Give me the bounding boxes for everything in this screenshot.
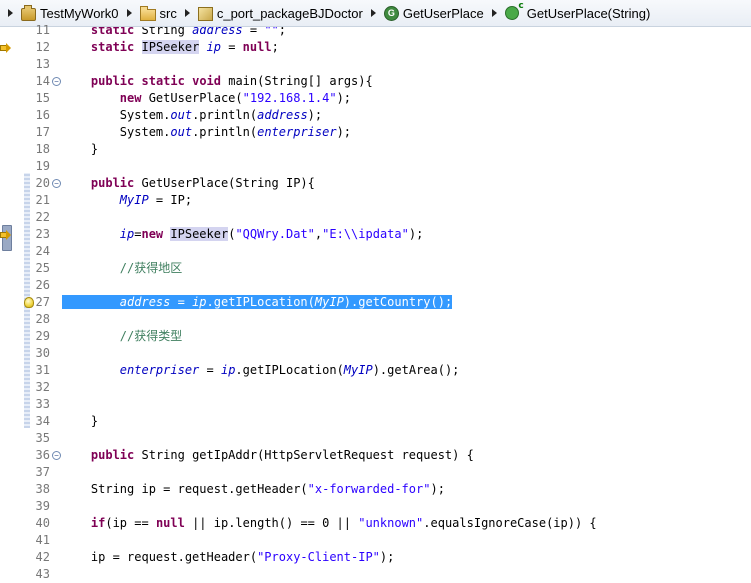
code-line[interactable]: //获得类型 <box>62 328 751 345</box>
editor-breadcrumb: TestMyWork0 src c_port_packageBJDoctor G… <box>0 0 751 27</box>
code-line[interactable] <box>62 532 751 549</box>
line-number: 22 <box>35 210 50 224</box>
line-number: 18 <box>35 142 50 156</box>
line-number: 24 <box>35 244 50 258</box>
code-editor[interactable]: static String address = ""; static IPSee… <box>62 27 751 576</box>
code-line[interactable]: ip = request.getHeader("Proxy-Client-IP"… <box>62 549 751 566</box>
line-number: 20 <box>35 176 50 190</box>
constructor-icon <box>504 1 524 20</box>
fold-collapse-icon[interactable]: − <box>52 451 61 460</box>
line-number: 21 <box>35 193 50 207</box>
code-line[interactable]: public String getIpAddr(HttpServletReque… <box>62 447 751 464</box>
breadcrumb-label: src <box>159 5 177 21</box>
line-number: 28 <box>35 312 50 326</box>
fold-collapse-icon[interactable]: − <box>52 77 61 86</box>
code-line[interactable]: static String address = ""; <box>62 27 751 39</box>
breadcrumb-separator-icon[interactable] <box>184 9 190 17</box>
code-line[interactable]: public GetUserPlace(String IP){ <box>62 175 751 192</box>
line-number: 35 <box>35 431 50 445</box>
code-line[interactable] <box>62 498 751 515</box>
line-number: 17 <box>35 125 50 139</box>
code-line[interactable]: address = ip.getIPLocation(MyIP).getCoun… <box>62 294 751 311</box>
line-number: 31 <box>35 363 50 377</box>
line-number: 30 <box>35 346 50 360</box>
line-number-ruler: 11 12 13 14−15 16 17 18 19 20−21 22 23 24 25 26 27 28 29… <box>0 23 61 581</box>
code-line[interactable]: if(ip == null || ip.length() == 0 || "un… <box>62 515 751 532</box>
code-line[interactable] <box>62 430 751 447</box>
breadcrumb-label: GetUserPlace <box>402 5 484 21</box>
code-line[interactable] <box>62 243 751 260</box>
breadcrumb-separator-icon[interactable] <box>491 9 497 17</box>
code-line[interactable]: } <box>62 413 751 430</box>
code-line[interactable]: new GetUserPlace("192.168.1.4"); <box>62 90 751 107</box>
line-number: 29 <box>35 329 50 343</box>
breadcrumb-separator-icon[interactable] <box>370 9 376 17</box>
line-number: 41 <box>35 533 50 547</box>
breadcrumb-item-src[interactable]: src <box>138 0 181 26</box>
code-line[interactable]: } <box>62 141 751 158</box>
code-line[interactable] <box>62 464 751 481</box>
occurrence-marker-icon[interactable] <box>0 43 11 53</box>
line-number: 36 <box>35 448 50 462</box>
breadcrumb-expand-icon[interactable] <box>8 9 13 17</box>
code-line[interactable] <box>62 277 751 294</box>
breadcrumb-separator-icon[interactable] <box>126 9 132 17</box>
code-line[interactable]: System.out.println(enterpriser); <box>62 124 751 141</box>
code-line[interactable] <box>62 158 751 175</box>
line-number: 15 <box>35 91 50 105</box>
code-line[interactable] <box>62 311 751 328</box>
code-line[interactable] <box>62 379 751 396</box>
code-line[interactable]: //获得地区 <box>62 260 751 277</box>
line-number: 13 <box>35 57 50 71</box>
project-icon <box>21 4 36 21</box>
code-line[interactable] <box>62 56 751 73</box>
code-line[interactable] <box>62 566 751 576</box>
code-line[interactable]: System.out.println(address); <box>62 107 751 124</box>
line-number: 26 <box>35 278 50 292</box>
code-line[interactable]: public static void main(String[] args){ <box>62 73 751 90</box>
breadcrumb-label: GetUserPlace(String) <box>526 5 651 21</box>
line-number: 42 <box>35 550 50 564</box>
code-line[interactable]: enterpriser = ip.getIPLocation(MyIP).get… <box>62 362 751 379</box>
code-line[interactable]: String ip = request.getHeader("x-forward… <box>62 481 751 498</box>
line-number: 16 <box>35 108 50 122</box>
line-number: 19 <box>35 159 50 173</box>
line-number: 14 <box>35 74 50 88</box>
occurrence-marker-icon[interactable] <box>0 230 11 240</box>
code-line[interactable] <box>62 396 751 413</box>
class-icon: G <box>383 5 399 21</box>
package-icon <box>197 7 213 21</box>
line-number: 43 <box>35 567 50 581</box>
breadcrumb-label: c_port_packageBJDoctor <box>216 5 363 21</box>
source-folder-icon <box>139 6 156 21</box>
breadcrumb-label: TestMyWork0 <box>40 5 119 21</box>
line-number: 37 <box>35 465 50 479</box>
code-line[interactable] <box>62 209 751 226</box>
breadcrumb-item-class[interactable]: G GetUserPlace <box>382 0 488 26</box>
line-number: 25 <box>35 261 50 275</box>
fold-collapse-icon[interactable]: − <box>52 179 61 188</box>
line-number: 33 <box>35 397 50 411</box>
line-number: 11 <box>35 23 50 37</box>
code-line[interactable]: static IPSeeker ip = null; <box>62 39 751 56</box>
code-line[interactable]: MyIP = IP; <box>62 192 751 209</box>
line-number: 38 <box>35 482 50 496</box>
code-line[interactable] <box>62 345 751 362</box>
breadcrumb-item-method[interactable]: GetUserPlace(String) <box>503 0 655 26</box>
code-line[interactable]: ip=new IPSeeker("QQWry.Dat","E:\\ipdata"… <box>62 226 751 243</box>
line-number: 40 <box>35 516 50 530</box>
line-number: 32 <box>35 380 50 394</box>
line-number: 39 <box>35 499 50 513</box>
line-number: 34 <box>35 414 50 428</box>
breadcrumb-item-package[interactable]: c_port_packageBJDoctor <box>196 0 367 26</box>
quick-fix-lightbulb-icon[interactable] <box>24 297 34 308</box>
